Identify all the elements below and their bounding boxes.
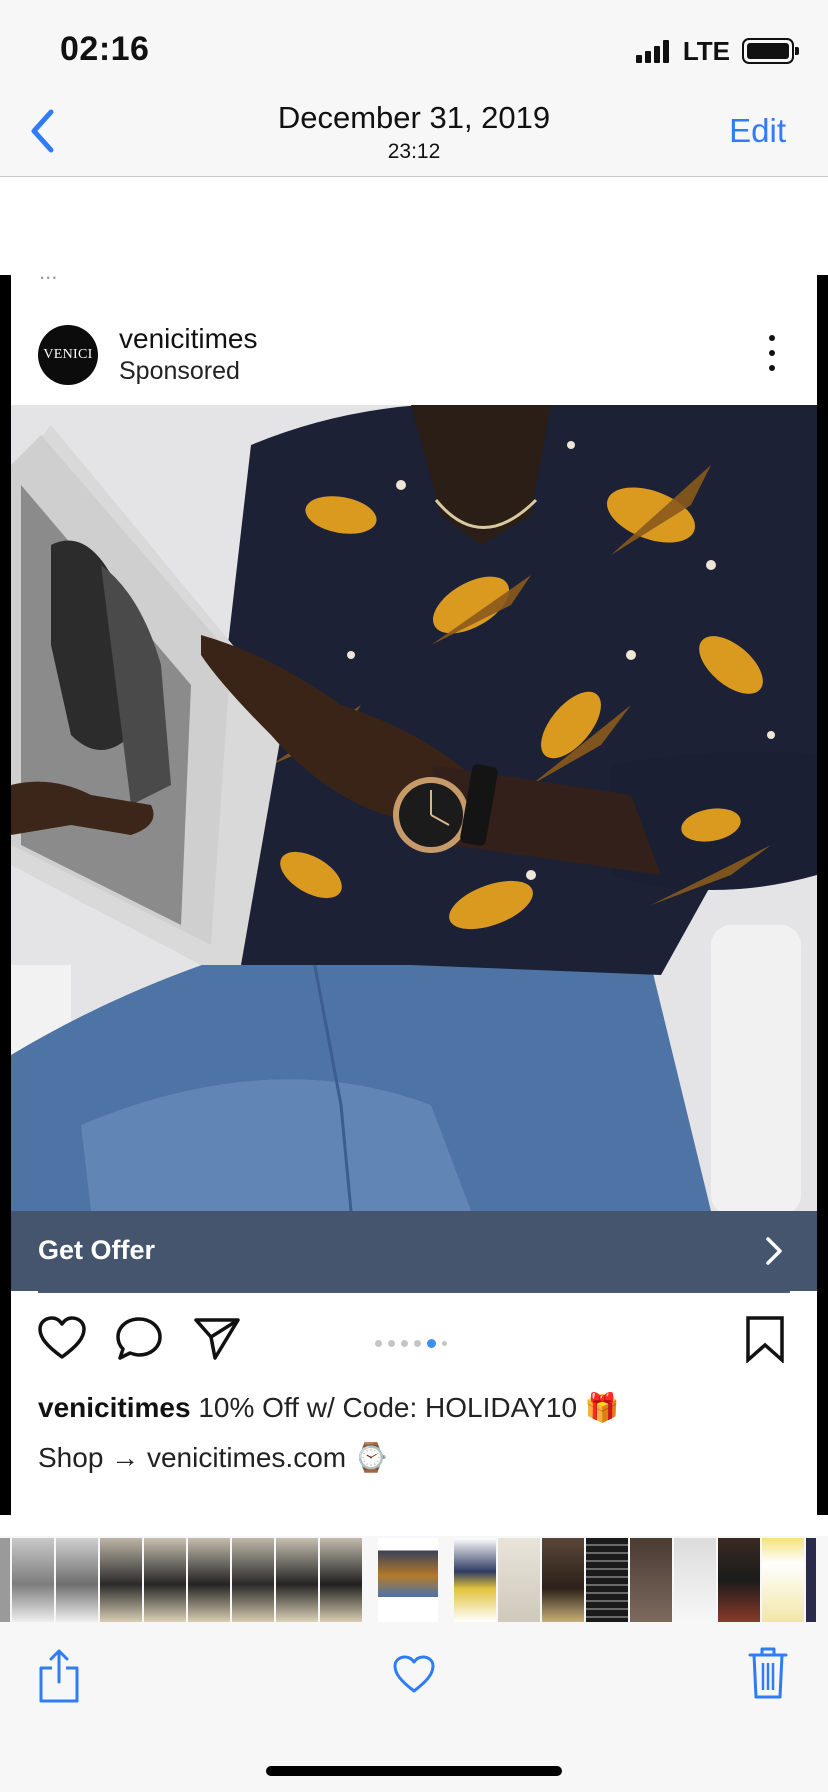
edit-button[interactable]: Edit: [729, 112, 786, 150]
thumbnail[interactable]: [586, 1538, 628, 1622]
thumbnail[interactable]: [320, 1538, 362, 1622]
get-offer-label: Get Offer: [38, 1235, 156, 1265]
photo-viewer[interactable]: ... VENICI venicitimes Sponsored: [0, 177, 828, 1537]
paper-plane-icon[interactable]: [193, 1315, 241, 1361]
status-bar: 02:16 LTE: [0, 0, 828, 96]
post-photo-illustration: [11, 405, 817, 1211]
caption-username[interactable]: venicitimes: [38, 1392, 191, 1423]
thumbnail[interactable]: [56, 1538, 98, 1622]
status-indicators: LTE: [635, 34, 799, 68]
caption-offer-text: 10% Off w/ Code: HOLIDAY10 🎁: [198, 1392, 620, 1423]
signal-strength-icon: [635, 39, 669, 63]
photo-time-subtitle: 23:12: [387, 140, 441, 163]
thumbnail[interactable]: [630, 1538, 672, 1622]
more-vertical-icon[interactable]: [765, 335, 779, 371]
battery-icon: [742, 38, 799, 64]
thumbnail[interactable]: [762, 1538, 804, 1622]
thumbnail-selected[interactable]: [378, 1538, 438, 1622]
sponsored-label: Sponsored: [119, 357, 240, 385]
thumbnail[interactable]: [232, 1538, 274, 1622]
thumbnail[interactable]: [12, 1538, 54, 1622]
thumbnail[interactable]: [188, 1538, 230, 1622]
thumbnail[interactable]: [100, 1538, 142, 1622]
screenshot-frame: ... VENICI venicitimes Sponsored: [0, 275, 828, 1515]
bottom-toolbar: [0, 1624, 828, 1792]
heart-outline-icon[interactable]: [37, 1315, 87, 1361]
thumbnail-scrubber[interactable]: [0, 1536, 828, 1624]
thumbnail[interactable]: [718, 1538, 760, 1622]
thumbnail[interactable]: [276, 1538, 318, 1622]
post-username[interactable]: venicitimes: [119, 323, 257, 355]
thumbnail[interactable]: [674, 1538, 716, 1622]
post-action-bar: [11, 1301, 817, 1371]
post-photo[interactable]: [11, 405, 817, 1211]
thumbnail[interactable]: [454, 1538, 496, 1622]
caption-shop-text: Shop → venicitimes.com ⌚: [38, 1442, 389, 1473]
thumbnail[interactable]: [542, 1538, 584, 1622]
share-icon[interactable]: [38, 1648, 80, 1704]
thumbnail[interactable]: [0, 1538, 10, 1622]
chevron-right-icon: [766, 1237, 782, 1265]
comment-bubble-icon[interactable]: [115, 1315, 163, 1361]
cta-divider: [38, 1291, 790, 1293]
network-type-label: LTE: [682, 35, 730, 66]
heart-icon[interactable]: [392, 1654, 436, 1694]
post-caption: venicitimes 10% Off w/ Code: HOLIDAY10 🎁…: [38, 1383, 798, 1483]
bookmark-icon[interactable]: [744, 1315, 786, 1363]
thumbnail-list: [0, 1538, 816, 1622]
carousel-indicator: [375, 1339, 447, 1348]
get-offer-button[interactable]: Get Offer: [11, 1211, 817, 1291]
post-header: VENICI venicitimes Sponsored: [11, 275, 817, 405]
trash-icon[interactable]: [748, 1646, 788, 1700]
thumbnail[interactable]: [806, 1538, 816, 1622]
navigation-bar: December 31, 2019 23:12 Edit: [0, 96, 828, 177]
home-indicator[interactable]: [266, 1766, 562, 1776]
status-time: 02:16: [60, 30, 150, 68]
instagram-post: ... VENICI venicitimes Sponsored: [11, 275, 817, 1515]
avatar[interactable]: VENICI: [38, 325, 98, 385]
thumbnail[interactable]: [498, 1538, 540, 1622]
photo-date-title: December 31, 2019: [277, 100, 551, 135]
thumbnail[interactable]: [144, 1538, 186, 1622]
